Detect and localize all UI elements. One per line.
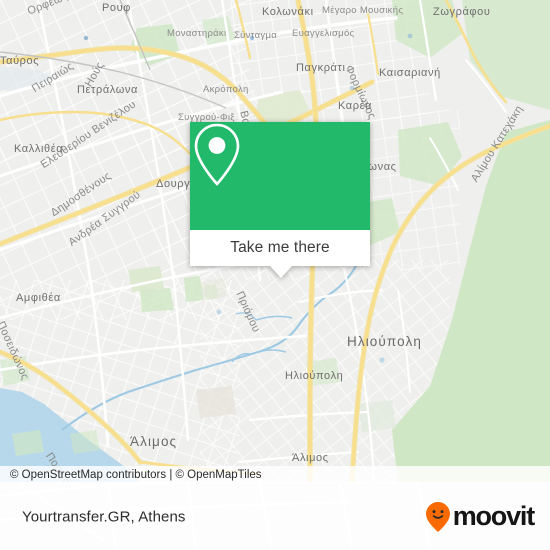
map-canvas[interactable]: Ορφέως Ρουφ Μοναστηράκι Σύνταγμα Κολωνάκι Μέγ… xyxy=(0,0,550,482)
moovit-wordmark: moovit xyxy=(452,501,536,531)
map-attribution-text[interactable]: © OpenStreetMap contributors | © OpenMap… xyxy=(10,469,262,481)
popup-tail xyxy=(270,266,292,278)
popup-cta-label: Take me there xyxy=(230,239,330,256)
footer-bar: Yourtransfer.GR, Athens moovit xyxy=(0,483,550,550)
moovit-smiley-pin-icon xyxy=(425,501,450,532)
map-pin-icon xyxy=(194,123,240,186)
popup-cta[interactable]: Take me there xyxy=(190,230,370,266)
popup-header xyxy=(190,122,370,230)
map-attribution-bar: © OpenStreetMap contributors | © OpenMap… xyxy=(0,466,550,482)
location-popup[interactable]: Take me there xyxy=(190,122,370,278)
moovit-logo[interactable]: moovit xyxy=(425,501,536,533)
screenshot-root: Ορφέως Ρουφ Μοναστηράκι Σύνταγμα Κολωνάκι Μέγ… xyxy=(0,0,550,550)
page-title: Yourtransfer.GR, Athens xyxy=(22,508,186,525)
